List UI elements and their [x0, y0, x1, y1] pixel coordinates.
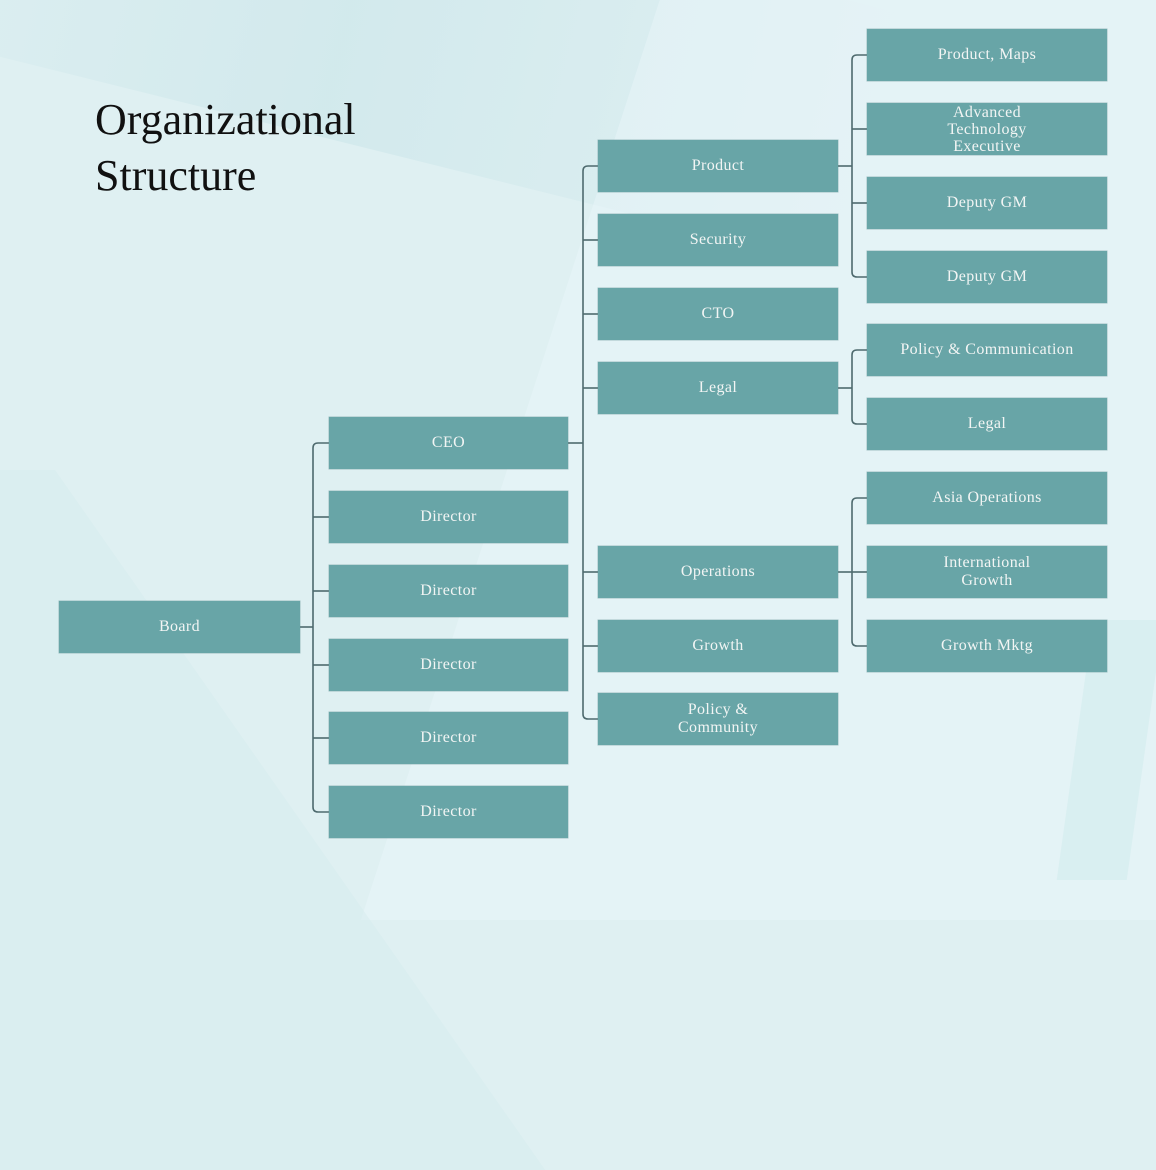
org-node-board[interactable]: Board [59, 601, 300, 653]
org-node-growth[interactable]: Growth [598, 620, 838, 672]
connector-ceo-bracket [582, 165, 598, 720]
org-node-director[interactable]: Director [329, 786, 568, 838]
org-node-legal[interactable]: Legal [598, 362, 838, 414]
org-node-ceo[interactable]: CEO [329, 417, 568, 469]
org-node-deputy-gm[interactable]: Deputy GM [867, 177, 1107, 229]
org-node-asia-operations[interactable]: Asia Operations [867, 472, 1107, 524]
org-node-advanced-technology-executive[interactable]: Advanced Technology Executive [867, 103, 1107, 155]
org-node-director[interactable]: Director [329, 491, 568, 543]
org-node-operations[interactable]: Operations [598, 546, 838, 598]
connector-legal-bracket [851, 349, 867, 425]
org-node-growth-mktg[interactable]: Growth Mktg [867, 620, 1107, 672]
connector-board-bracket [312, 442, 329, 813]
org-node-security[interactable]: Security [598, 214, 838, 266]
org-node-director[interactable]: Director [329, 712, 568, 764]
org-node-product[interactable]: Product [598, 140, 838, 192]
org-node-international-growth[interactable]: International Growth [867, 546, 1107, 598]
org-node-policy-communication[interactable]: Policy & Communication [867, 324, 1107, 376]
org-node-director[interactable]: Director [329, 639, 568, 691]
org-node-director[interactable]: Director [329, 565, 568, 617]
org-node-policy-community[interactable]: Policy & Community [598, 693, 838, 745]
org-node-legal-sub[interactable]: Legal [867, 398, 1107, 450]
connector-product-bracket [851, 54, 867, 278]
org-node-product-maps[interactable]: Product, Maps [867, 29, 1107, 81]
org-node-cto[interactable]: CTO [598, 288, 838, 340]
org-node-deputy-gm[interactable]: Deputy GM [867, 251, 1107, 303]
